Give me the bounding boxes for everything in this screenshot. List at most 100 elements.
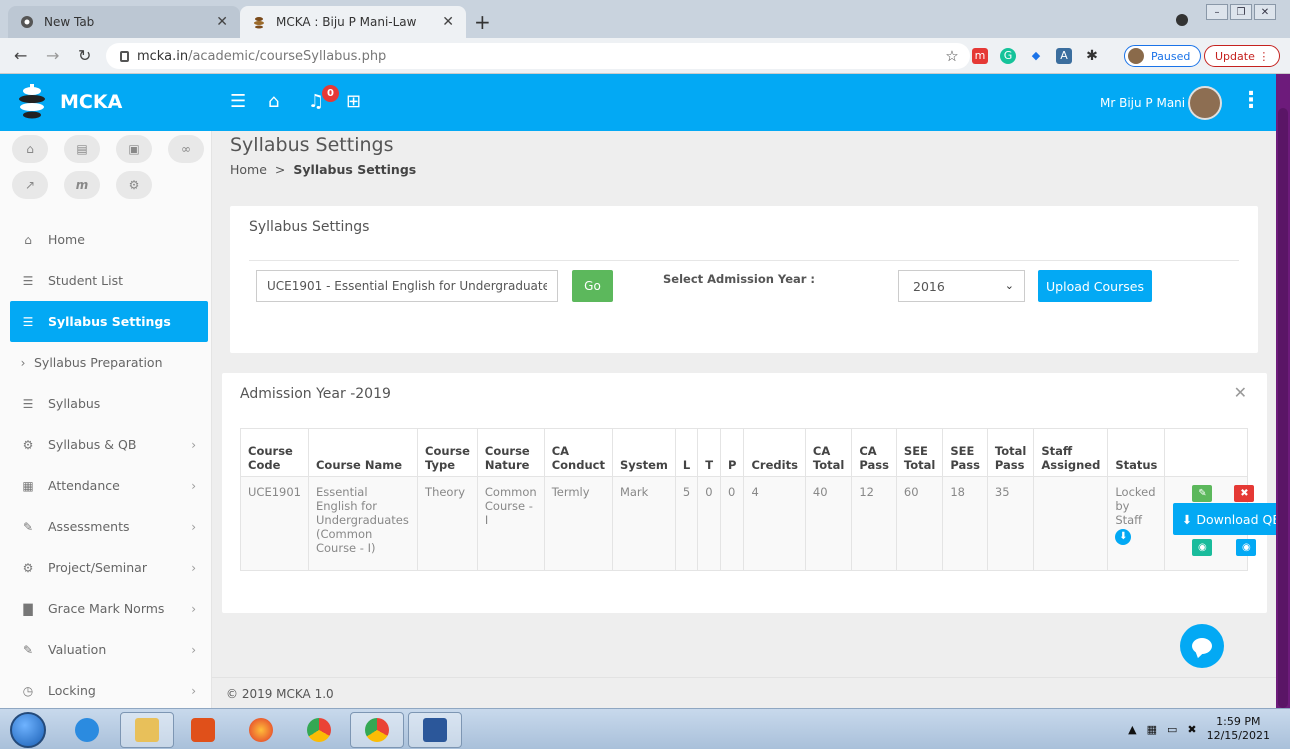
system-tray: ▲ ▦ ▭ ✖ 1:59 PM 12/15/2021: [1128, 715, 1270, 743]
taskbar-chrome-profile[interactable]: [350, 712, 404, 748]
col-ca-pass: CA Pass: [851, 428, 897, 477]
sidebar-item-project-seminar[interactable]: ⚙ Project/Seminar ›: [10, 547, 208, 588]
quick-handshake-icon[interactable]: ∞: [168, 135, 204, 163]
admission-year-select[interactable]: 2016 ⌄: [898, 270, 1025, 302]
more-vertical-icon[interactable]: ⋮: [1240, 88, 1262, 113]
puzzle-extensions-icon[interactable]: ✱: [1084, 48, 1100, 64]
breadcrumb-home[interactable]: Home: [230, 162, 267, 177]
tray-expand-icon[interactable]: ▲: [1128, 723, 1136, 736]
back-arrow-icon[interactable]: ←: [14, 46, 27, 65]
profile-avatar: [1128, 48, 1144, 64]
taskbar-explorer[interactable]: [120, 712, 174, 748]
download-qb-button[interactable]: ⬇ Download QB: [1173, 503, 1276, 535]
home-icon[interactable]: ⌂: [268, 91, 279, 112]
chat-button[interactable]: [1180, 624, 1224, 668]
col-see-total: SEE Total: [895, 428, 944, 477]
course-select-input[interactable]: [256, 270, 558, 302]
breadcrumb-chevron-icon: >: [274, 162, 286, 177]
sidebar-item-syllabus[interactable]: ☰ Syllabus: [10, 383, 208, 424]
extension-doc-icon[interactable]: A: [1056, 48, 1072, 64]
tab-mcka[interactable]: MCKA : Biju P Mani-Law ✕: [240, 6, 466, 38]
status-text: Locked by Staff: [1115, 485, 1156, 527]
notification-count-badge: 0: [322, 85, 339, 102]
delete-button[interactable]: ✖: [1234, 485, 1255, 502]
upload-courses-button[interactable]: Upload Courses: [1038, 270, 1152, 302]
user-name[interactable]: Mr Biju P Mani: [1100, 96, 1185, 110]
menu-toggle-icon[interactable]: ☰: [230, 91, 246, 112]
maximize-icon[interactable]: ❐: [1230, 4, 1252, 20]
new-tab-button[interactable]: +: [474, 10, 491, 34]
network-icon[interactable]: ▦: [1147, 723, 1157, 736]
sidebar-item-valuation[interactable]: ✎ Valuation ›: [10, 629, 208, 670]
update-button[interactable]: Update ⋮: [1204, 45, 1281, 67]
sidebar-item-attendance[interactable]: ▦ Attendance ›: [10, 465, 208, 506]
view-syllabus-button[interactable]: ◉: [1192, 539, 1213, 556]
download-circle-icon[interactable]: ⬇: [1115, 529, 1132, 545]
taskbar-app-video[interactable]: [176, 712, 230, 748]
go-button[interactable]: Go: [572, 270, 613, 302]
minimize-icon[interactable]: –: [1206, 4, 1228, 20]
close-icon: ✖: [1240, 488, 1249, 499]
gears-icon: ⚙: [22, 437, 34, 452]
chevron-right-icon: ›: [191, 478, 196, 493]
col-credits: Credits: [743, 428, 806, 477]
cell-ca-total: 40: [804, 476, 853, 571]
taskbar-firefox[interactable]: [234, 712, 288, 748]
taskbar-clock[interactable]: 1:59 PM 12/15/2021: [1207, 715, 1270, 743]
taskbar-chrome[interactable]: [292, 712, 346, 748]
quick-lock-icon[interactable]: ▣: [116, 135, 152, 163]
clock-icon: ◷: [22, 683, 34, 698]
app-viewport: MCKA ☰ ⌂ ♫ 0 ⊞ Mr Biju P Mani ⋮ ⌂ ▤ ▣ ∞ …: [0, 74, 1276, 708]
taskbar-word[interactable]: [408, 712, 462, 748]
user-avatar[interactable]: [1188, 86, 1222, 120]
sidebar-item-locking[interactable]: ◷ Locking ›: [10, 670, 208, 708]
cell-total-pass: 35: [986, 476, 1035, 571]
sidebar-item-student-list[interactable]: ☰ Student List: [10, 260, 208, 301]
sidebar-item-assessments[interactable]: ✎ Assessments ›: [10, 506, 208, 547]
close-window-icon[interactable]: ✕: [1254, 4, 1276, 20]
admission-year-value: 2016: [913, 278, 945, 294]
close-icon[interactable]: ✕: [216, 14, 228, 30]
sidebar-item-home[interactable]: ⌂ Home: [10, 219, 208, 260]
apps-grid-icon[interactable]: ⊞: [346, 91, 361, 112]
edit-button[interactable]: ✎: [1192, 485, 1213, 502]
col-actions: [1164, 428, 1248, 477]
close-icon[interactable]: ✕: [442, 14, 454, 30]
volume-muted-icon[interactable]: ✖: [1187, 723, 1196, 736]
quick-external-link-icon[interactable]: ↗: [12, 171, 48, 199]
taskbar-ie[interactable]: [60, 712, 114, 748]
view-qb-button[interactable]: ◉: [1236, 539, 1257, 556]
star-bookmark-icon[interactable]: ☆: [944, 48, 960, 64]
admission-year-label: Select Admission Year :: [663, 272, 816, 286]
start-button[interactable]: [10, 712, 46, 748]
top-navbar: MCKA ☰ ⌂ ♫ 0 ⊞ Mr Biju P Mani ⋮: [0, 74, 1276, 131]
tab-new-tab[interactable]: New Tab ✕: [8, 6, 240, 38]
scrollbar-thumb[interactable]: [1278, 108, 1288, 708]
sidebar-item-grace-mark-norms[interactable]: ▇ Grace Mark Norms ›: [10, 588, 208, 629]
sidebar-item-syllabus-preparation[interactable]: › Syllabus Preparation: [10, 342, 208, 383]
clock-date: 12/15/2021: [1206, 729, 1270, 742]
card-title: Admission Year -2019: [240, 386, 391, 402]
sidebar-item-label: Syllabus Preparation: [34, 355, 163, 370]
display-icon[interactable]: ▭: [1167, 723, 1177, 736]
quick-m-icon[interactable]: m: [64, 171, 100, 199]
grammarly-icon[interactable]: G: [1000, 48, 1016, 64]
extension-m-icon[interactable]: m: [972, 48, 988, 64]
sidebar-item-syllabus-settings[interactable]: ☰ Syllabus Settings: [10, 301, 208, 342]
chevron-right-icon: ›: [191, 560, 196, 575]
quick-home-icon[interactable]: ⌂: [12, 135, 48, 163]
quick-id-card-icon[interactable]: ▤: [64, 135, 100, 163]
sidebar-item-syllabus-qb[interactable]: ⚙ Syllabus & QB ›: [10, 424, 208, 465]
quick-gear-icon[interactable]: ⚙: [116, 171, 152, 199]
close-icon[interactable]: ✕: [1234, 383, 1247, 402]
calendar-icon: ▦: [22, 478, 34, 493]
reload-icon[interactable]: ↻: [78, 46, 91, 65]
cell-system: Mark: [611, 476, 676, 571]
forward-arrow-icon[interactable]: →: [46, 46, 59, 65]
profile-paused-button[interactable]: Paused: [1124, 45, 1202, 67]
url-bar[interactable]: mcka.in/academic/courseSyllabus.php: [106, 43, 970, 69]
col-l: L: [674, 428, 699, 477]
extension-shield-icon[interactable]: ◆: [1028, 48, 1044, 64]
profile-label: Paused: [1151, 49, 1191, 63]
lock-icon: [120, 50, 129, 62]
